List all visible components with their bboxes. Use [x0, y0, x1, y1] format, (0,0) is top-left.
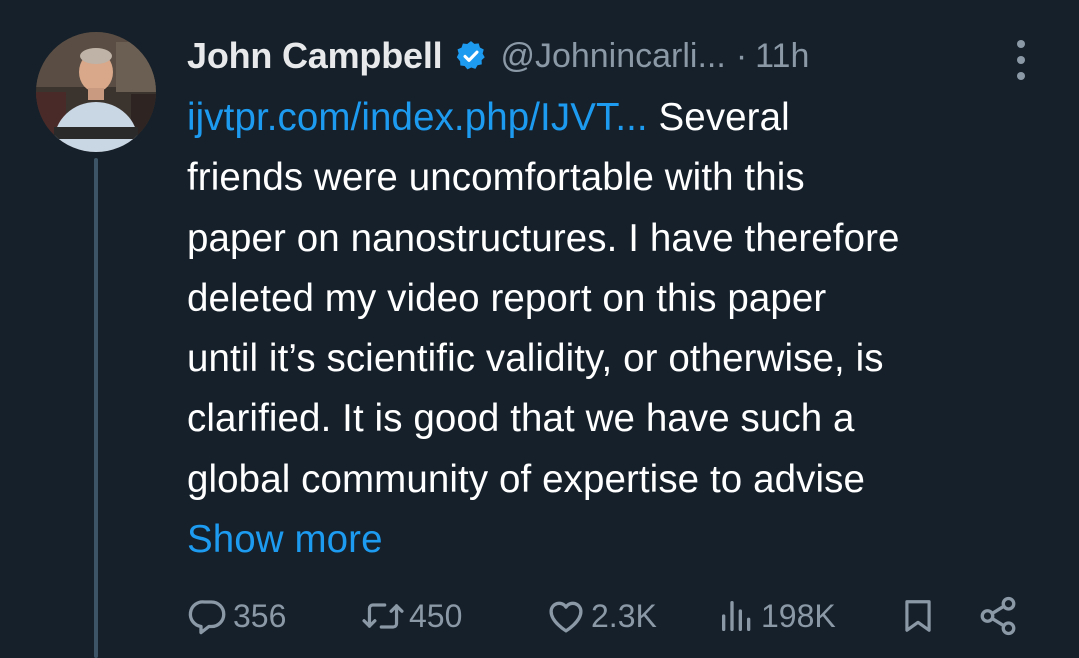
- tweet-text-segment: Several: [647, 96, 790, 139]
- tweet-text-line: deleted my video report on this paper: [187, 276, 827, 320]
- tweet-text-line: clarified. It is good that we have such …: [187, 397, 855, 441]
- action-bar: 356 450 2.3K 198K: [187, 590, 1027, 642]
- retweet-count: 450: [409, 597, 463, 634]
- tweet-text-line: ijvtpr.com/index.php/IJVT... Several: [187, 88, 1067, 148]
- retweet-icon: [361, 595, 405, 637]
- heart-icon: [545, 595, 587, 637]
- tweet-text-line: paper on nanostructures. I have therefor…: [187, 216, 900, 260]
- views-button[interactable]: 198K: [717, 590, 836, 642]
- author-handle[interactable]: @Johnincarli...: [500, 37, 725, 76]
- tweet-text-line: friends were uncomfortable with this: [187, 156, 805, 200]
- reply-count: 356: [233, 597, 287, 634]
- tweet-timestamp[interactable]: 11h: [755, 37, 809, 76]
- tweet-link[interactable]: ijvtpr.com/index.php/IJVT...: [187, 96, 648, 139]
- like-count: 2.3K: [591, 597, 657, 634]
- author-name[interactable]: John Campbell: [187, 35, 443, 77]
- thread-line: [94, 158, 98, 658]
- bookmark-button[interactable]: [899, 590, 937, 642]
- tweet-text-line: global community of expertise to advise: [187, 457, 865, 501]
- more-vertical-icon: [1017, 40, 1025, 48]
- share-icon: [977, 595, 1019, 637]
- more-options-button[interactable]: [1006, 38, 1036, 82]
- tweet-text-line: until it’s scientific validity, or other…: [187, 337, 884, 381]
- bookmark-icon: [899, 595, 937, 637]
- avatar[interactable]: [36, 32, 156, 152]
- tweet-text: ijvtpr.com/index.php/IJVT... Several fri…: [187, 88, 1067, 570]
- views-bar-chart-icon: [717, 595, 757, 637]
- like-button[interactable]: 2.3K: [545, 590, 657, 642]
- retweet-button[interactable]: 450: [361, 590, 462, 642]
- more-vertical-icon-dot: [1017, 56, 1025, 64]
- more-vertical-icon-dot: [1017, 72, 1025, 80]
- show-more-link[interactable]: Show more: [187, 518, 383, 561]
- separator-dot: ·: [735, 36, 748, 75]
- reply-button[interactable]: 356: [187, 590, 286, 642]
- tweet[interactable]: John Campbell @Johnincarli... · 11h ijvt…: [0, 0, 1079, 658]
- tweet-header: John Campbell @Johnincarli... · 11h: [187, 30, 809, 82]
- reply-icon: [187, 595, 229, 637]
- share-button[interactable]: [977, 590, 1019, 642]
- views-count: 198K: [761, 597, 836, 634]
- verified-badge-icon: [454, 39, 488, 73]
